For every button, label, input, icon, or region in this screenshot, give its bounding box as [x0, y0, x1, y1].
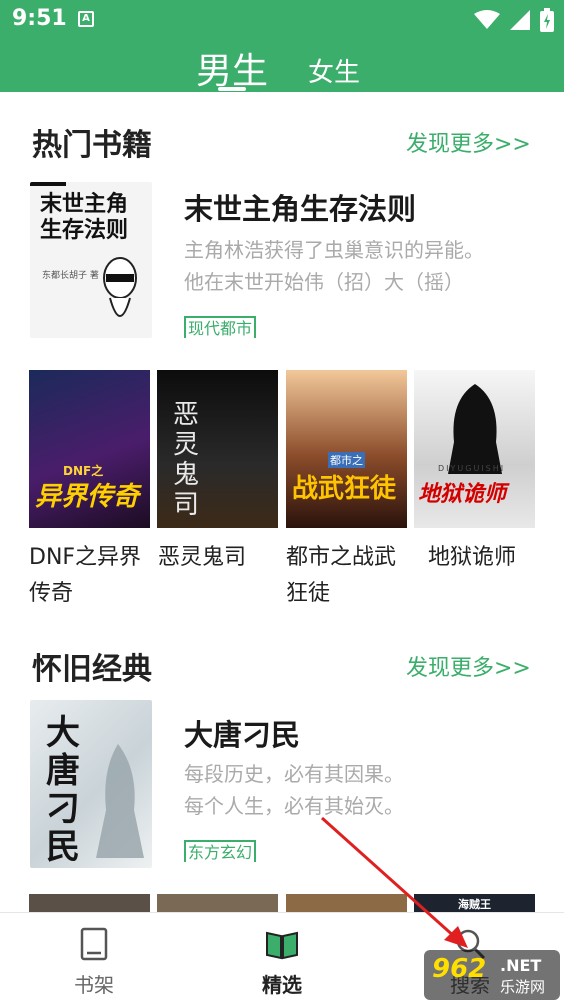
watermark-net: .NET	[500, 956, 542, 975]
watermark-logo: 962 .NET 乐游网	[424, 950, 560, 1000]
watermark-number: 962	[432, 954, 487, 984]
annotation-arrow	[320, 816, 468, 948]
watermark-text: 乐游网	[500, 978, 546, 996]
